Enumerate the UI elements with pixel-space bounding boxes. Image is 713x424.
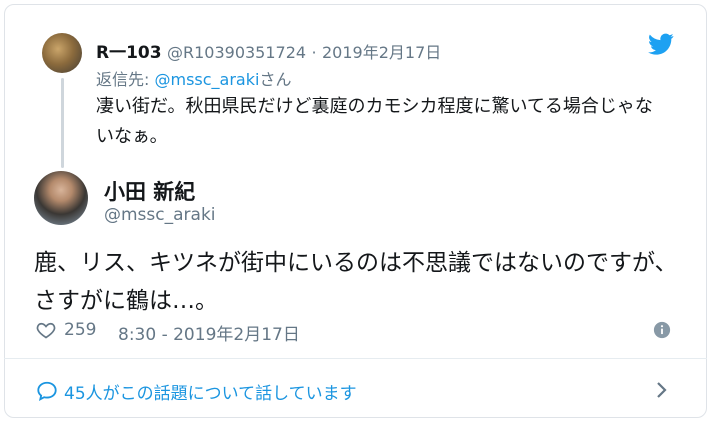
reply-to-line: 返信先: @mssc_arakiさん: [96, 66, 291, 90]
conversation-count-text[interactable]: 45人がこの話題について話しています: [64, 379, 357, 404]
footer-divider: [4, 358, 707, 359]
tweet-timestamp[interactable]: 8:30 - 2019年2月17日: [118, 320, 300, 345]
chevron-right-icon[interactable]: [655, 380, 669, 400]
reply-author-name[interactable]: R一103: [96, 43, 162, 63]
info-icon[interactable]: [653, 321, 671, 339]
reply-date[interactable]: 2019年2月17日: [322, 43, 441, 62]
reply-author-handle[interactable]: @R10390351724: [167, 43, 306, 62]
twitter-bird-icon[interactable]: [648, 31, 674, 57]
heart-icon[interactable]: [36, 320, 56, 340]
main-author-name[interactable]: 小田 新紀: [104, 176, 195, 206]
reply-author-avatar[interactable]: [42, 33, 82, 73]
reply-to-suffix: さん: [259, 70, 292, 89]
reply-to-prefix: 返信先:: [96, 70, 155, 89]
like-count[interactable]: 259: [64, 320, 96, 340]
reply-to-mention[interactable]: @mssc_araki: [154, 70, 259, 89]
tweet-meta-row: 259 8:30 - 2019年2月17日: [36, 318, 672, 345]
main-author-handle[interactable]: @mssc_araki: [104, 205, 216, 225]
reply-separator: ·: [311, 43, 317, 62]
main-tweet-text: 鹿、リス、キツネが街中にいるのは不思議ではないのですが、さすがに鶴は…。: [34, 250, 678, 314]
thread-connector-line: [61, 78, 64, 168]
reply-tweet-text: 凄い街だ。秋田県民だけど裏庭のカモシカ程度に驚いてる場合じゃないなぁ。: [96, 96, 653, 147]
reply-tweet-header: R一103 @R10390351724 · 2019年2月17日: [96, 38, 441, 63]
speech-bubble-icon: [37, 381, 57, 401]
main-author-avatar[interactable]: [34, 171, 88, 225]
